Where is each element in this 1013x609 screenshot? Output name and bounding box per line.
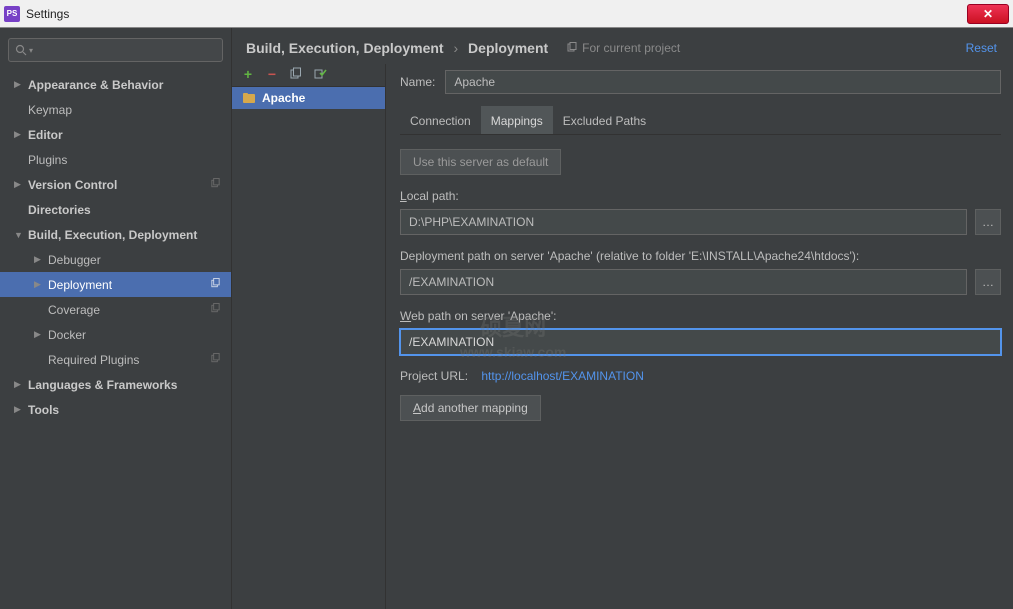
- sidebar-item-label: Build, Execution, Deployment: [28, 228, 197, 242]
- tree-arrow-icon: ▶: [34, 254, 48, 265]
- settings-tree: ▶Appearance & BehaviorKeymap▶EditorPlugi…: [0, 66, 231, 609]
- tab-mappings[interactable]: Mappings: [481, 106, 553, 134]
- sidebar-item-label: Debugger: [48, 253, 101, 267]
- for-project-icon: [210, 278, 221, 292]
- sidebar-item-directories[interactable]: Directories: [0, 197, 231, 222]
- server-panel: + − Apache: [232, 64, 386, 609]
- sidebar-item-keymap[interactable]: Keymap: [0, 97, 231, 122]
- tree-arrow-icon: ▶: [14, 404, 28, 415]
- sidebar-item-docker[interactable]: ▶Docker: [0, 322, 231, 347]
- sidebar-item-label: Keymap: [28, 103, 72, 117]
- tree-arrow-icon: ▶: [34, 329, 48, 340]
- settings-sidebar: ▾ ▶Appearance & BehaviorKeymap▶EditorPlu…: [0, 28, 232, 609]
- tree-arrow-icon: ▶: [14, 379, 28, 390]
- sidebar-item-label: Required Plugins: [48, 353, 139, 367]
- set-default-button[interactable]: [312, 66, 328, 82]
- window-title: Settings: [26, 7, 69, 21]
- sidebar-item-label: Coverage: [48, 303, 100, 317]
- web-path-label: Web path on server 'Apache':: [400, 309, 1001, 323]
- name-label: Name:: [400, 75, 435, 89]
- tree-arrow-icon: ▶: [14, 79, 28, 90]
- sidebar-item-label: Version Control: [28, 178, 117, 192]
- project-url-link[interactable]: http://localhost/EXAMINATION: [481, 369, 644, 383]
- breadcrumb-sep: ›: [453, 40, 458, 56]
- sidebar-item-label: Directories: [28, 203, 91, 217]
- tab-excluded-paths[interactable]: Excluded Paths: [553, 106, 656, 134]
- sidebar-item-deployment[interactable]: ▶Deployment: [0, 272, 231, 297]
- server-item-apache[interactable]: Apache: [232, 87, 385, 109]
- tree-arrow-icon: ▼: [14, 230, 28, 240]
- browse-local-path-button[interactable]: …: [975, 209, 1001, 235]
- app-icon: PS: [4, 6, 20, 22]
- server-folder-icon: [242, 92, 256, 104]
- close-button[interactable]: ✕: [967, 4, 1009, 24]
- breadcrumb-part: Build, Execution, Deployment: [246, 40, 444, 56]
- sidebar-item-languages-frameworks[interactable]: ▶Languages & Frameworks: [0, 372, 231, 397]
- sidebar-item-editor[interactable]: ▶Editor: [0, 122, 231, 147]
- breadcrumb-part: Deployment: [468, 40, 548, 56]
- sidebar-item-build-execution-deployment[interactable]: ▼Build, Execution, Deployment: [0, 222, 231, 247]
- sidebar-item-label: Plugins: [28, 153, 67, 167]
- local-path-input[interactable]: [400, 209, 967, 235]
- deployment-form: Name: ConnectionMappingsExcluded Paths U…: [386, 64, 1013, 609]
- use-as-default-button[interactable]: Use this server as default: [400, 149, 561, 175]
- for-project-badge: For current project: [566, 41, 680, 55]
- settings-content: Build, Execution, Deployment › Deploymen…: [232, 28, 1013, 609]
- copy-icon: [566, 42, 578, 54]
- tree-arrow-icon: ▶: [14, 179, 28, 190]
- sidebar-item-label: Editor: [28, 128, 63, 142]
- deployment-path-label: Deployment path on server 'Apache' (rela…: [400, 249, 1001, 263]
- sidebar-item-label: Docker: [48, 328, 86, 342]
- search-input[interactable]: ▾: [8, 38, 223, 62]
- web-path-input[interactable]: [400, 329, 1001, 355]
- sidebar-item-debugger[interactable]: ▶Debugger: [0, 247, 231, 272]
- sidebar-item-coverage[interactable]: Coverage: [0, 297, 231, 322]
- browse-deployment-path-button[interactable]: …: [975, 269, 1001, 295]
- server-list: Apache: [232, 87, 385, 609]
- add-server-button[interactable]: +: [240, 66, 256, 82]
- sidebar-item-tools[interactable]: ▶Tools: [0, 397, 231, 422]
- sidebar-item-appearance-behavior[interactable]: ▶Appearance & Behavior: [0, 72, 231, 97]
- tree-arrow-icon: ▶: [34, 279, 48, 290]
- deployment-path-input[interactable]: [400, 269, 967, 295]
- for-project-icon: [210, 178, 221, 192]
- for-project-icon: [210, 303, 221, 317]
- titlebar: PS Settings ✕: [0, 0, 1013, 28]
- project-url-row: Project URL: http://localhost/EXAMINATIO…: [400, 369, 1001, 383]
- breadcrumb: Build, Execution, Deployment › Deploymen…: [246, 40, 548, 56]
- search-caret-icon: ▾: [29, 46, 33, 55]
- server-item-label: Apache: [262, 91, 305, 105]
- sidebar-item-label: Appearance & Behavior: [28, 78, 163, 92]
- tree-arrow-icon: ▶: [14, 129, 28, 140]
- local-path-label: Local path:: [400, 189, 1001, 203]
- for-project-icon: [210, 353, 221, 367]
- add-mapping-button[interactable]: Add another mapping: [400, 395, 541, 421]
- sidebar-item-label: Deployment: [48, 278, 112, 292]
- sidebar-item-label: Languages & Frameworks: [28, 378, 177, 392]
- sidebar-item-plugins[interactable]: Plugins: [0, 147, 231, 172]
- sidebar-item-required-plugins[interactable]: Required Plugins: [0, 347, 231, 372]
- sidebar-item-version-control[interactable]: ▶Version Control: [0, 172, 231, 197]
- server-name-input[interactable]: [445, 70, 1001, 94]
- project-url-label: Project URL:: [400, 369, 468, 383]
- remove-server-button[interactable]: −: [264, 66, 280, 82]
- server-toolbar: + −: [232, 64, 385, 87]
- copy-server-button[interactable]: [288, 66, 304, 82]
- search-icon: [15, 44, 27, 56]
- tab-connection[interactable]: Connection: [400, 106, 481, 134]
- sidebar-item-label: Tools: [28, 403, 59, 417]
- deployment-tabs: ConnectionMappingsExcluded Paths: [400, 106, 1001, 135]
- reset-button[interactable]: Reset: [966, 41, 997, 55]
